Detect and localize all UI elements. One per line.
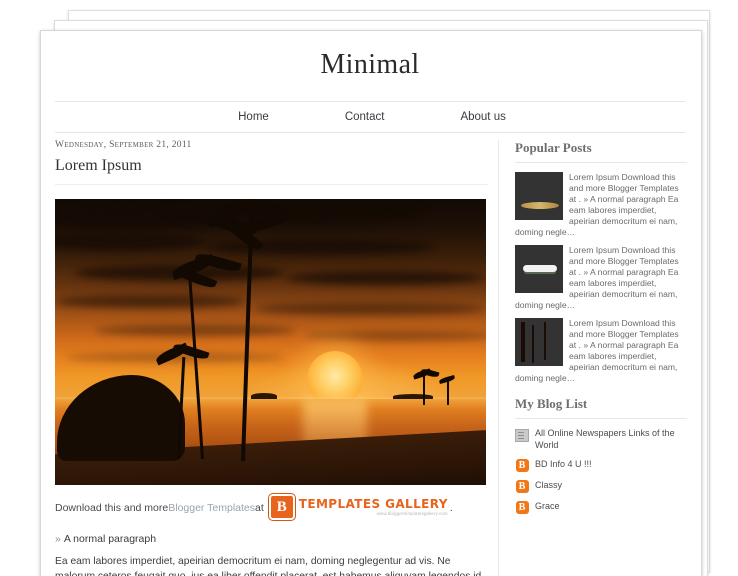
popular-post-thumbnail bbox=[515, 245, 563, 293]
blog-list-item-label: Classy bbox=[535, 479, 563, 490]
post-date: Wednesday, September 21, 2011 bbox=[55, 140, 192, 150]
nav-list: Home Contact About us bbox=[238, 111, 544, 123]
blog-list: All Online Newspapers Links of the World… bbox=[515, 428, 687, 515]
blog-list-item-label: Grace bbox=[535, 500, 560, 511]
blog-list-title: My Blog List bbox=[515, 396, 588, 411]
popular-post-item[interactable]: Lorem Ipsum Download this and more Blogg… bbox=[515, 318, 687, 384]
blogger-icon: B bbox=[515, 480, 529, 494]
blog-title[interactable]: Minimal bbox=[320, 49, 419, 81]
palm-trunk bbox=[447, 381, 449, 405]
logo-sub-text: www.bloggertemplatesgallery.com bbox=[376, 510, 448, 516]
cloud-shape bbox=[285, 271, 485, 285]
cloud-shape bbox=[205, 239, 435, 255]
popular-post-thumbnail bbox=[515, 172, 563, 220]
template-credit: Download this and more Blogger Templates… bbox=[55, 494, 488, 521]
sidebar: Popular Posts Lorem Ipsum Download this … bbox=[498, 140, 687, 576]
credit-prefix: Download this and more bbox=[55, 502, 169, 514]
blog-header: Minimal bbox=[41, 31, 699, 99]
post-featured-image[interactable] bbox=[55, 199, 486, 485]
blog-list-item-classy[interactable]: B Classy bbox=[515, 480, 687, 494]
cloud-shape bbox=[305, 331, 486, 341]
blogger-b-icon: B bbox=[268, 494, 295, 520]
page-root: Minimal Home Contact About us Wednesday,… bbox=[0, 0, 738, 576]
cloud-shape bbox=[255, 303, 485, 315]
blog-list-item-newspapers[interactable]: All Online Newspapers Links of the World bbox=[515, 428, 687, 452]
blogger-icon: B bbox=[515, 459, 529, 473]
blogger-icon: B bbox=[515, 501, 529, 515]
nav-item-about-us[interactable]: About us bbox=[422, 111, 543, 123]
blog-list-item-label: All Online Newspapers Links of the World bbox=[535, 428, 675, 450]
content-wrapper: Wednesday, September 21, 2011 Lorem Ipsu… bbox=[55, 140, 687, 576]
blog-list-divider bbox=[515, 418, 687, 419]
nav-item-home[interactable]: Home bbox=[238, 111, 307, 123]
post-title[interactable]: Lorem Ipsum bbox=[55, 157, 488, 175]
newspaper-icon bbox=[515, 428, 529, 442]
islet-shape bbox=[251, 393, 277, 399]
templates-gallery-wordmark: TEMPLATES GALLERY www.bloggertemplatesga… bbox=[299, 498, 448, 516]
logo-main-text: TEMPLATES GALLERY bbox=[298, 496, 448, 511]
credit-suffix: at bbox=[255, 502, 264, 514]
blogger-templates-link[interactable]: Blogger Templates bbox=[168, 502, 255, 514]
popular-post-item[interactable]: Lorem Ipsum Download this and more Blogg… bbox=[515, 245, 687, 311]
blog-list-item-grace[interactable]: B Grace bbox=[515, 501, 687, 515]
main-column: Wednesday, September 21, 2011 Lorem Ipsu… bbox=[55, 140, 498, 576]
popular-posts-title: Popular Posts bbox=[515, 140, 592, 155]
post-title-divider bbox=[55, 184, 488, 185]
popular-posts-divider bbox=[515, 162, 687, 163]
subheading-1-label: A normal paragraph bbox=[63, 533, 157, 545]
credit-period: . bbox=[449, 502, 453, 514]
nav-item-contact[interactable]: Contact bbox=[307, 111, 423, 123]
post-paragraph-1: Ea eam labores imperdiet, apeirian democ… bbox=[55, 556, 484, 576]
palm-trunk bbox=[423, 375, 425, 405]
cloud-shape bbox=[165, 199, 425, 225]
blog-list-item-label: BD Info 4 U !!! bbox=[535, 458, 592, 469]
popular-post-thumbnail bbox=[515, 318, 563, 366]
bullet-marker: » bbox=[55, 533, 61, 545]
subheading-normal-paragraph: » A normal paragraph bbox=[55, 533, 488, 545]
popular-post-item[interactable]: Lorem Ipsum Download this and more Blogg… bbox=[515, 172, 687, 238]
islet-shape bbox=[393, 394, 433, 399]
blog-list-item-bd-info[interactable]: B BD Info 4 U !!! bbox=[515, 459, 687, 473]
templates-gallery-logo[interactable]: B TEMPLATES GALLERY www.bloggertemplates… bbox=[268, 494, 448, 520]
main-navigation: Home Contact About us bbox=[55, 101, 685, 133]
cloud-shape bbox=[55, 295, 245, 308]
